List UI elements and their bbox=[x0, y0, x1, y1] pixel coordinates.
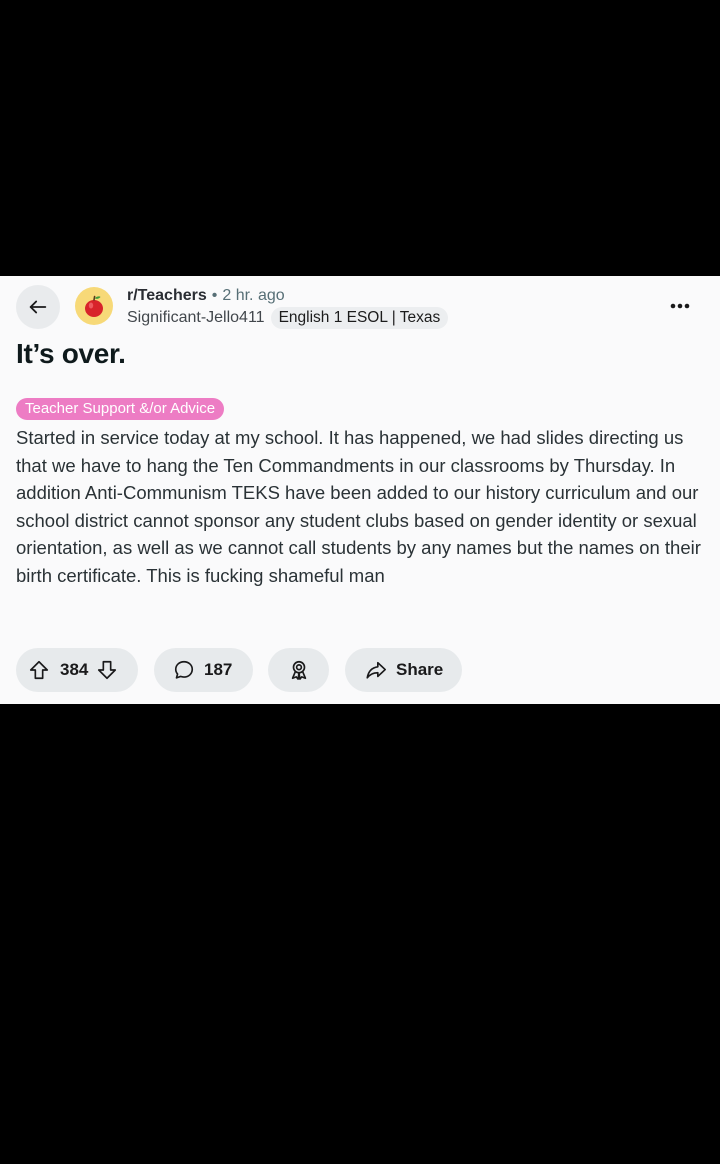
user-flair: English 1 ESOL | Texas bbox=[270, 307, 449, 329]
speech-bubble-icon bbox=[173, 659, 195, 681]
arrow-left-icon bbox=[27, 296, 49, 318]
meta-separator: • bbox=[211, 287, 218, 304]
more-options-button[interactable] bbox=[660, 292, 700, 320]
more-horizontal-icon bbox=[669, 302, 691, 310]
share-label: Share bbox=[396, 660, 444, 679]
author-line: Significant-Jello411 English 1 ESOL | Te… bbox=[127, 307, 449, 329]
award-icon bbox=[288, 659, 310, 681]
subreddit-name[interactable]: r/Teachers bbox=[127, 287, 207, 305]
apple-icon bbox=[81, 293, 107, 319]
share-button[interactable]: Share bbox=[345, 648, 462, 692]
post-body: Started in service today at my school. I… bbox=[16, 427, 701, 586]
arrow-down-icon[interactable] bbox=[96, 659, 118, 681]
share-arrow-icon bbox=[365, 659, 387, 681]
author-username[interactable]: Significant-Jello411 bbox=[127, 309, 265, 327]
comments-button[interactable]: 187 bbox=[154, 648, 253, 692]
post-meta: r/Teachers • 2 hr. ago bbox=[127, 286, 285, 306]
arrow-up-icon[interactable] bbox=[28, 659, 50, 681]
subreddit-avatar[interactable] bbox=[75, 287, 113, 325]
vote-control: 384 bbox=[16, 648, 138, 692]
award-button[interactable] bbox=[268, 648, 329, 692]
vote-count: 384 bbox=[60, 660, 89, 679]
post-time: 2 hr. ago bbox=[222, 287, 285, 304]
comment-count: 187 bbox=[204, 660, 233, 679]
post-flair[interactable]: Teacher Support &/or Advice bbox=[16, 398, 225, 420]
post-title: It’s over. bbox=[16, 338, 126, 369]
back-button[interactable] bbox=[16, 285, 60, 329]
